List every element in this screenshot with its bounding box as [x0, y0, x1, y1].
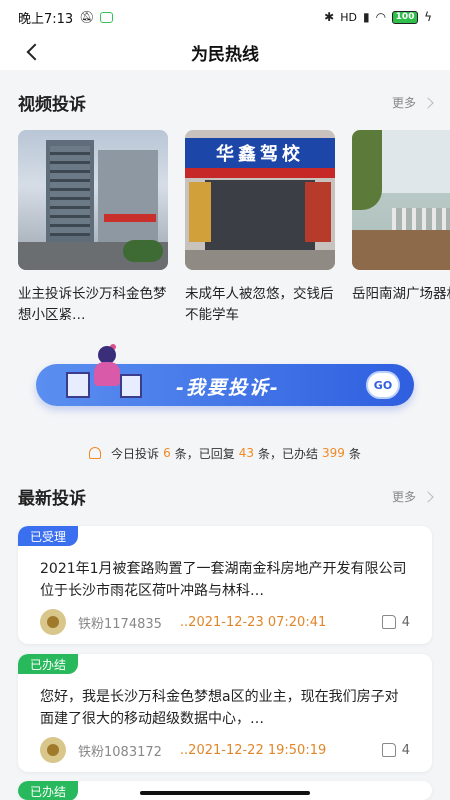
video-more-link[interactable]: 更多: [391, 94, 434, 111]
poster-shape: [305, 182, 331, 242]
stats-complaints-count: 6: [163, 446, 171, 460]
latest-more-link[interactable]: 更多: [391, 488, 434, 505]
complaint-user: 铁粉1083172: [78, 744, 162, 760]
building-windows: [50, 146, 90, 236]
stats-label: 条，已回复: [174, 446, 235, 461]
service-agent-illustration: [36, 344, 146, 406]
sign-shape: [104, 214, 156, 222]
railing-shape: [392, 208, 450, 230]
chevron-right-icon: [422, 96, 434, 109]
video-caption[interactable]: 业主投诉长沙万科金色梦想小区紧…: [18, 284, 168, 326]
status-time: 晚上7:13: [18, 11, 74, 27]
video-caption[interactable]: 岳阳南湖广场器材缺失: [352, 284, 450, 305]
signal-icon: ▮: [362, 10, 370, 24]
video-card[interactable]: 岳阳南湖广场器材缺失: [352, 130, 450, 305]
shop-sign: 华鑫驾校: [185, 138, 335, 168]
back-button[interactable]: [18, 40, 46, 64]
floor-shape: [185, 250, 335, 270]
status-bar: 晚上7:13 🔕︎ ✱ HD ▮ ◠ 100 ϟ: [0, 0, 450, 34]
avatar: [40, 737, 66, 763]
home-indicator[interactable]: [140, 791, 310, 795]
complaint-time: ..2021-12-23 07:20:41: [179, 614, 327, 630]
stats-done-count: 399: [322, 446, 345, 460]
complaint-stats: 今日投诉 6 条，已回复 43 条，已办结 399 条: [0, 444, 450, 462]
video-card[interactable]: 业主投诉长沙万科金色梦想小区紧…: [18, 130, 168, 326]
tree-shape: [352, 130, 382, 210]
mute-icon: 🔕︎: [79, 10, 95, 24]
network-label: HD: [340, 10, 357, 24]
awning-shape: [185, 168, 335, 178]
complaint-meta: 铁粉1174835 ..2021-12-23 07:20:41 4: [40, 609, 410, 635]
bell-icon: [89, 447, 102, 459]
more-label: 更多: [391, 96, 416, 110]
nav-bar: 为民热线: [0, 34, 450, 70]
building-shape: [98, 150, 158, 245]
thumbs-up-icon: [381, 615, 396, 629]
complaint-text: 2021年1月被套路购置了一套湖南金科房地产开发有限公司位于长沙市雨花区荷叶冲路…: [40, 561, 407, 599]
back-arrow-icon: [26, 43, 44, 61]
complaint-card[interactable]: 已办结 您好，我是长沙万科金色梦想a区的业主，现在我们房子对面建了很大的移动超级…: [18, 654, 432, 772]
poster-shape: [189, 182, 211, 242]
latest-section-title: 最新投诉: [18, 489, 86, 509]
more-label: 更多: [391, 490, 416, 504]
deck-shape: [352, 230, 450, 270]
complaint-user: 铁粉1174835: [78, 616, 162, 632]
complaint-time: ..2021-12-22 19:50:19: [179, 742, 327, 758]
complaint-text: 您好，我是长沙万科金色梦想a区的业主，现在我们房子对面建了很大的移动超级数据中心…: [40, 689, 399, 727]
like-button[interactable]: 4: [381, 614, 410, 630]
latest-section-header: 最新投诉 更多: [18, 484, 434, 509]
like-count: 4: [401, 742, 410, 758]
complaint-card[interactable]: 已受理 2021年1月被套路购置了一套湖南金科房地产开发有限公司位于长沙市雨花区…: [18, 526, 432, 644]
stats-label: 条: [348, 446, 361, 461]
complaint-meta: 铁粉1083172 ..2021-12-22 19:50:19 4: [40, 737, 410, 763]
bluetooth-icon: ✱: [324, 10, 335, 24]
illustration-desk: [66, 372, 90, 398]
video-thumbnail[interactable]: [352, 130, 450, 270]
video-caption[interactable]: 未成年人被忽悠，交钱后不能学车: [185, 284, 335, 326]
avatar-icon: [47, 744, 59, 756]
battery-icon: 100: [392, 10, 419, 24]
tree-shape: [123, 240, 163, 262]
avatar: [40, 609, 66, 635]
video-thumbnail[interactable]: [18, 130, 168, 270]
like-button[interactable]: 4: [381, 742, 410, 758]
avatar-icon: [47, 616, 59, 628]
stats-label: 条，已办结: [258, 446, 319, 461]
go-button[interactable]: GO: [366, 371, 400, 399]
page-title: 为民热线: [191, 44, 259, 65]
status-badge: 已办结: [18, 781, 79, 800]
wifi-icon: ◠: [375, 10, 387, 24]
status-badge: 已受理: [18, 526, 79, 546]
stats-label: 今日投诉: [111, 446, 160, 461]
video-section-title: 视频投诉: [18, 95, 86, 115]
illustration-body: [94, 362, 120, 386]
charging-icon: ϟ: [424, 10, 432, 24]
video-card[interactable]: 华鑫驾校 未成年人被忽悠，交钱后不能学车: [185, 130, 335, 326]
stats-replied-count: 43: [238, 446, 254, 460]
illustration-desk: [120, 374, 142, 398]
app-notification-icon: [100, 11, 114, 23]
door-shape: [205, 180, 315, 250]
video-thumbnail[interactable]: 华鑫驾校: [185, 130, 335, 270]
chevron-right-icon: [422, 490, 434, 503]
status-badge: 已办结: [18, 654, 79, 674]
video-section-header: 视频投诉 更多: [18, 90, 434, 115]
like-count: 4: [401, 614, 410, 630]
video-carousel[interactable]: 业主投诉长沙万科金色梦想小区紧… 华鑫驾校 未成年人被忽悠，交钱后不能学车 岳阳…: [18, 130, 450, 330]
complain-banner-text: -我要投诉-: [176, 377, 280, 399]
thumbs-up-icon: [381, 743, 396, 757]
